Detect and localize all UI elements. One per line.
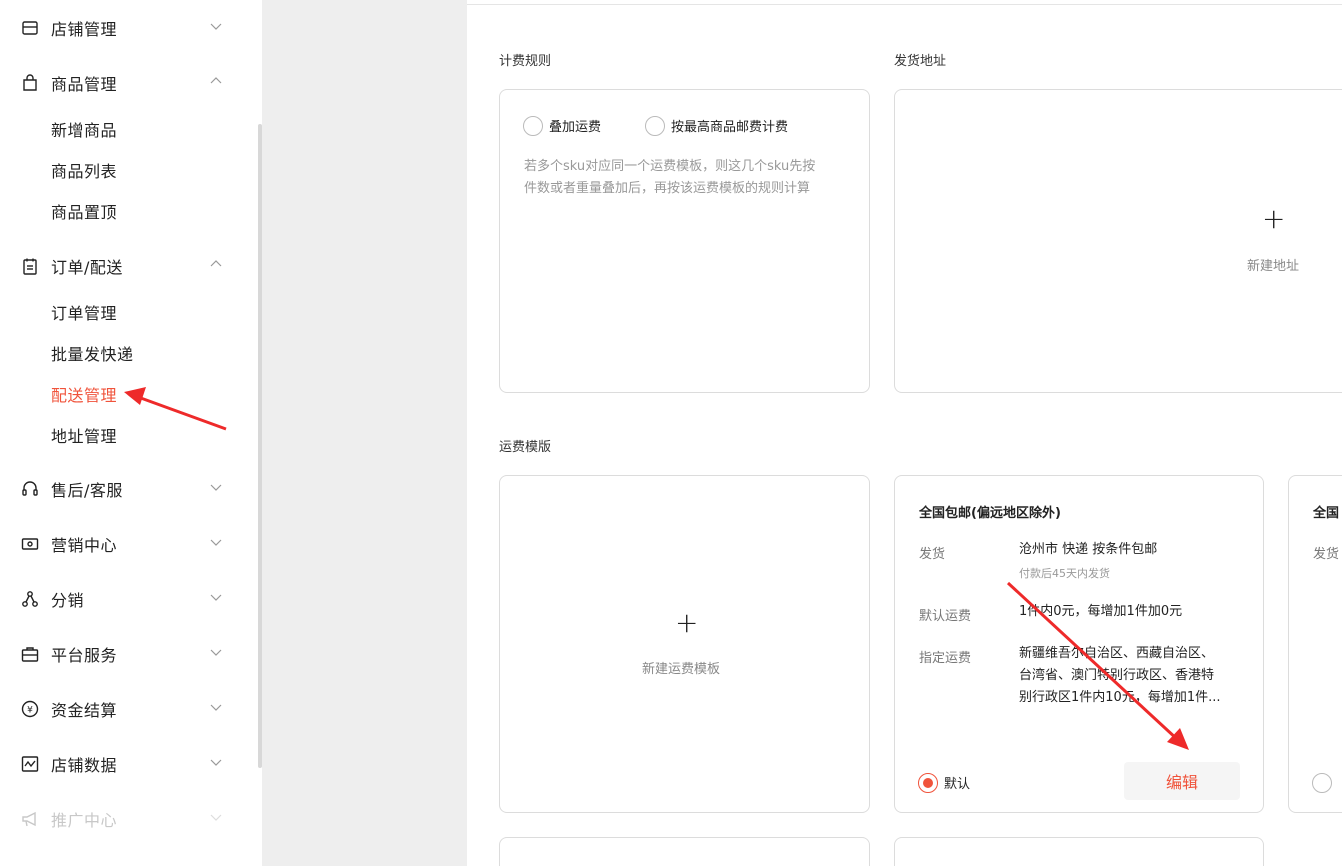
- sidebar-item-label: 商品管理: [51, 75, 118, 94]
- template-ship-value: 沧州市 快递 按条件包邮: [1019, 542, 1158, 557]
- chevron-down-icon: [210, 814, 222, 821]
- template-specified-fee-key: 指定运费: [919, 651, 972, 666]
- sidebar-item-label: 营销中心: [51, 536, 118, 555]
- sidebar-subitem-delivery-management[interactable]: 配送管理: [51, 381, 117, 411]
- billing-rule-card: 叠加运费 按最高商品邮费计费 若多个sku对应同一个运费模板，则这几个sku先按…: [499, 89, 870, 393]
- billing-hint-line2: 件数或者重量叠加后，再按该运费模板的规则计算: [524, 181, 811, 196]
- new-template-card[interactable]: + 新建运费模板: [499, 475, 870, 813]
- billing-option-highest[interactable]: 按最高商品邮费计费: [645, 115, 788, 136]
- radio-default[interactable]: [1312, 772, 1332, 793]
- template-default-option[interactable]: [1312, 772, 1332, 793]
- ticket-icon: [20, 534, 40, 554]
- sidebar-item-orders-delivery[interactable]: 订单/配送: [20, 246, 230, 286]
- template-card-partial: 全国 发货: [1288, 475, 1342, 813]
- new-address-label: 新建地址: [1247, 259, 1300, 274]
- template-specified-fee-line3: 别行政区1件内10元，每增加1件...: [1019, 690, 1221, 705]
- store-icon: [20, 18, 40, 38]
- sidebar-item-label: 售后/客服: [51, 481, 123, 500]
- radio-label: 按最高商品邮费计费: [671, 120, 789, 135]
- billing-hint-line1: 若多个sku对应同一个运费模板，则这几个sku先按: [524, 159, 816, 174]
- template-default-fee-value: 1件内0元，每增加1件加0元: [1019, 604, 1183, 619]
- template-card-bottom-left: [499, 837, 870, 866]
- sidebar-item-product-management[interactable]: 商品管理: [20, 63, 230, 103]
- sidebar-item-label: 订单/配送: [51, 258, 123, 277]
- radio-default[interactable]: [918, 772, 938, 793]
- sidebar-subitem-product-list[interactable]: 商品列表: [51, 157, 117, 187]
- template-name: 全国: [1313, 506, 1340, 521]
- sidebar: 店铺管理 商品管理 新增商品 商品列表 商品置顶 订单/配送 订单管理 批量发快…: [0, 0, 262, 866]
- top-divider: [467, 4, 1342, 5]
- shopping-bag-icon: [20, 73, 40, 93]
- template-card: 全国包邮(偏远地区除外) 发货 沧州市 快递 按条件包邮 付款后45天内发货 默…: [894, 475, 1264, 813]
- gray-gutter: [262, 0, 467, 866]
- new-template-label: 新建运费模板: [642, 662, 721, 677]
- billing-option-stack[interactable]: 叠加运费: [523, 115, 601, 136]
- sidebar-item-store-data[interactable]: 店铺数据: [20, 744, 230, 784]
- chevron-down-icon: [210, 23, 222, 30]
- sidebar-subitem-product-pin[interactable]: 商品置顶: [51, 198, 117, 228]
- shipping-templates-title: 运费模版: [499, 440, 552, 455]
- sidebar-subitem-batch-express[interactable]: 批量发快递: [51, 340, 134, 370]
- chevron-down-icon: [210, 704, 222, 711]
- plus-icon: +: [1262, 202, 1286, 235]
- chevron-down-icon: [210, 594, 222, 601]
- chevron-up-icon: [210, 260, 222, 267]
- template-ship-key: 发货: [919, 547, 946, 562]
- svg-text:¥: ¥: [27, 706, 33, 716]
- plus-icon: +: [675, 606, 699, 639]
- template-card-bottom-right: [894, 837, 1264, 866]
- chevron-down-icon: [210, 484, 222, 491]
- share-nodes-icon: [20, 589, 40, 609]
- sidebar-item-label: 店铺管理: [51, 20, 118, 39]
- billing-rule-title: 计费规则: [499, 54, 552, 69]
- chevron-up-icon: [210, 77, 222, 84]
- sidebar-item-label: 资金结算: [51, 701, 118, 720]
- sidebar-item-store-management[interactable]: 店铺管理: [20, 8, 230, 48]
- chevron-down-icon: [210, 649, 222, 656]
- edit-button[interactable]: 编辑: [1124, 762, 1240, 800]
- sidebar-item-promotion-center[interactable]: 推广中心: [20, 799, 230, 839]
- sidebar-subitem-address-management[interactable]: 地址管理: [51, 422, 117, 452]
- radio-label: 默认: [944, 777, 971, 792]
- chevron-down-icon: [210, 539, 222, 546]
- app-root: 店铺管理 商品管理 新增商品 商品列表 商品置顶 订单/配送 订单管理 批量发快…: [0, 0, 1342, 866]
- new-address-card[interactable]: + 新建地址: [894, 89, 1342, 393]
- template-default-fee-key: 默认运费: [919, 609, 972, 624]
- sidebar-item-label: 平台服务: [51, 646, 118, 665]
- sidebar-item-label: 分销: [51, 591, 85, 610]
- sidebar-item-marketing[interactable]: 营销中心: [20, 524, 230, 564]
- sidebar-subitem-order-management[interactable]: 订单管理: [51, 299, 117, 329]
- template-specified-fee-line2: 台湾省、澳门特别行政区、香港特: [1019, 668, 1215, 683]
- yen-coin-icon: ¥: [20, 699, 40, 719]
- chart-icon: [20, 754, 40, 774]
- sidebar-item-after-sales[interactable]: 售后/客服: [20, 469, 230, 509]
- radio-stack-fee[interactable]: [523, 115, 543, 136]
- sidebar-subitem-new-product[interactable]: 新增商品: [51, 116, 117, 146]
- megaphone-icon: [20, 809, 40, 829]
- ship-address-title: 发货地址: [894, 54, 947, 69]
- sidebar-item-fund-settlement[interactable]: ¥ 资金结算: [20, 689, 230, 729]
- sidebar-item-label: 店铺数据: [51, 756, 118, 775]
- sidebar-item-platform-services[interactable]: 平台服务: [20, 634, 230, 674]
- radio-highest-fee[interactable]: [645, 115, 665, 136]
- sidebar-item-label: 推广中心: [51, 811, 118, 830]
- sidebar-item-distribution[interactable]: 分销: [20, 579, 230, 619]
- template-default-option[interactable]: 默认: [918, 772, 970, 793]
- chevron-down-icon: [210, 759, 222, 766]
- briefcase-icon: [20, 644, 40, 664]
- clipboard-icon: [20, 256, 40, 276]
- radio-label: 叠加运费: [549, 120, 602, 135]
- template-name: 全国包邮(偏远地区除外): [919, 506, 1061, 521]
- template-specified-fee-line1: 新疆维吾尔自治区、西藏自治区、: [1019, 646, 1215, 661]
- template-ship-sub: 付款后45天内发货: [1019, 567, 1110, 580]
- headset-icon: [20, 479, 40, 499]
- template-ship-key: 发货: [1313, 547, 1340, 562]
